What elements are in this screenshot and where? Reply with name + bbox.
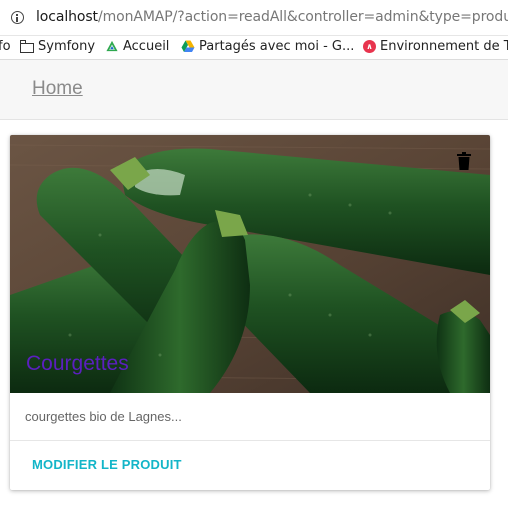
url-path: /monAMAP/?action=readAll&controller=admi…: [97, 9, 508, 25]
bookmark-symfony[interactable]: Symfony: [19, 39, 96, 54]
bookmark-label: Partagés avec moi - G...: [199, 39, 355, 54]
card-divider: [10, 440, 490, 441]
bookmark-drive[interactable]: Partagés avec moi - G...: [181, 39, 354, 54]
bookmark-label: Accueil: [123, 39, 170, 54]
bookmark-label: fo: [0, 39, 11, 54]
product-card: Courgettes courgettes bio de Lagnes... M…: [10, 135, 490, 490]
folder-icon: [19, 39, 34, 53]
url-host: localhost: [36, 9, 98, 25]
url-text[interactable]: localhost/monAMAP/?action=readAll&contro…: [36, 9, 508, 25]
environnement-icon: ∧: [363, 40, 376, 53]
bookmark-partial[interactable]: fo: [0, 39, 11, 54]
info-icon[interactable]: [11, 11, 24, 24]
bookmarks-bar: fo Symfony Accueil Partagés avec moi - G…: [0, 36, 508, 60]
google-drive-icon: [181, 40, 195, 52]
bookmark-label: Symfony: [38, 39, 96, 54]
address-bar[interactable]: localhost/monAMAP/?action=readAll&contro…: [0, 0, 508, 36]
product-title: Courgettes: [26, 352, 129, 375]
product-image: Courgettes: [10, 135, 490, 393]
edit-product-button[interactable]: MODIFIER LE PRODUIT: [32, 457, 182, 472]
bookmark-label: Environnement de Tr: [380, 39, 508, 54]
home-link[interactable]: Home: [32, 78, 83, 100]
trash-icon[interactable]: [457, 152, 471, 170]
bookmark-accueil[interactable]: Accueil: [105, 39, 169, 54]
bookmark-environnement[interactable]: ∧ Environnement de Tr: [363, 39, 508, 54]
product-description: courgettes bio de Lagnes...: [25, 409, 182, 424]
accueil-icon: [106, 40, 118, 52]
app-header: Home: [0, 60, 508, 120]
